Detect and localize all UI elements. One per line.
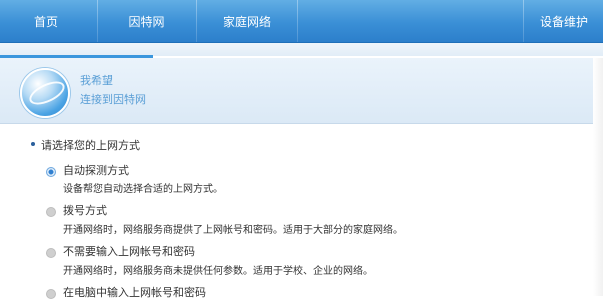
nav-device-maintenance[interactable]: 设备维护 — [540, 0, 603, 42]
header-title: 连接到因特网 — [80, 93, 146, 106]
globe-icon — [20, 68, 70, 118]
bullet-icon — [31, 142, 35, 146]
nav-home-network[interactable]: 家庭网络 — [197, 0, 297, 42]
nav-internet[interactable]: 因特网 — [98, 0, 195, 42]
radio-pc-credentials[interactable] — [46, 289, 56, 299]
globe-ring — [25, 76, 69, 110]
option-label-auto-detect[interactable]: 自动探测方式 — [63, 162, 129, 178]
right-edge — [593, 58, 603, 296]
option-label-pc-credentials[interactable]: 在电脑中输入上网帐号和密码 — [63, 284, 206, 300]
header-subtitle: 我希望 — [80, 74, 113, 87]
radio-no-credentials[interactable] — [46, 248, 56, 258]
option-desc-auto-detect: 设备帮您自动选择合适的上网方式。 — [63, 184, 223, 195]
nav-divider — [523, 0, 524, 42]
option-desc-no-credentials: 开通网络时，网络服务商未提供任何参数。适用于学校、企业的网络。 — [63, 266, 373, 277]
radio-auto-detect[interactable] — [46, 167, 56, 177]
option-desc-dialup: 开通网络时，网络服务商提供了上网帐号和密码。适用于大部分的家庭网络。 — [63, 225, 403, 236]
nav-home[interactable]: 首页 — [12, 0, 80, 42]
top-nav: 首页 因特网 家庭网络 设备维护 — [0, 0, 603, 43]
radio-dialup[interactable] — [46, 207, 56, 217]
option-label-dialup[interactable]: 拨号方式 — [63, 202, 107, 218]
section-title: 请选择您的上网方式 — [41, 139, 140, 152]
nav-divider — [297, 0, 298, 42]
option-label-no-credentials[interactable]: 不需要输入上网帐号和密码 — [63, 243, 195, 259]
